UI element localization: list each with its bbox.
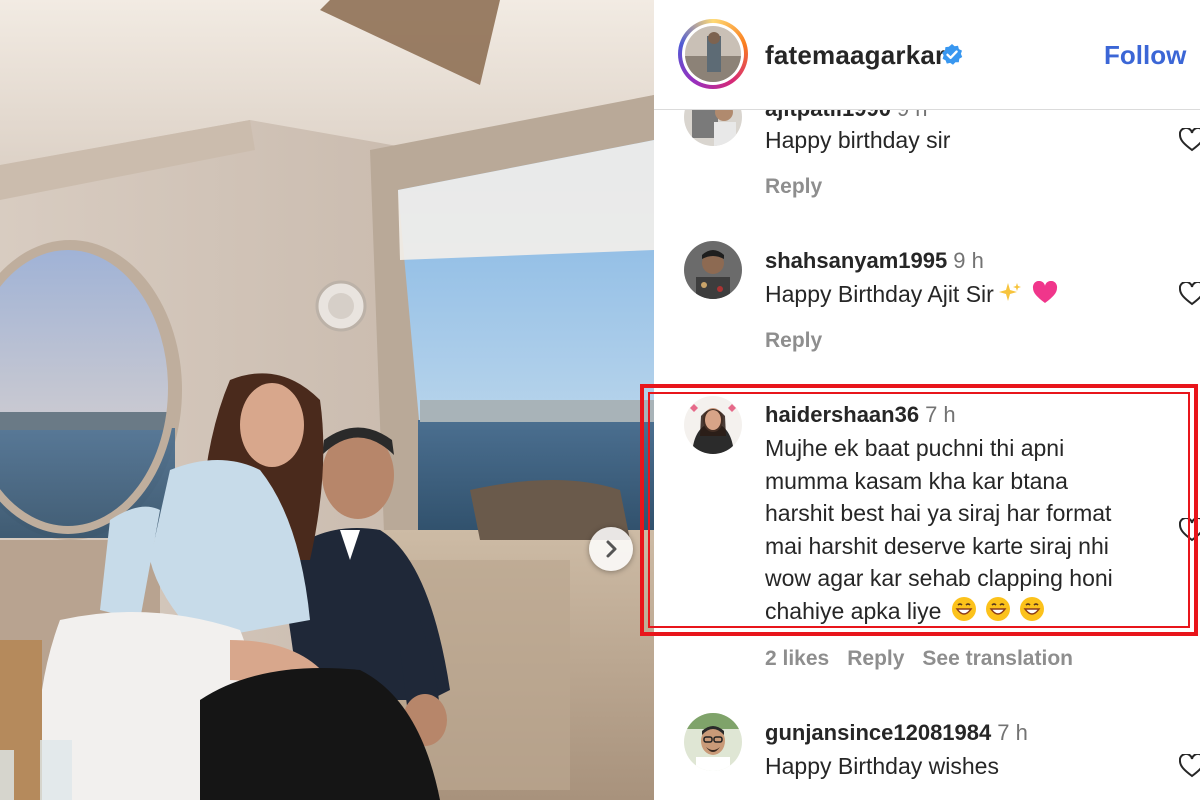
comment-actions: 2 likes Reply See translation <box>765 647 1091 671</box>
grinning-face-icon <box>986 596 1011 621</box>
post-username[interactable]: fatemaagarkar <box>765 40 945 71</box>
sparkles-icon <box>998 283 1021 301</box>
comment-actions: Reply <box>765 175 840 199</box>
comment-username[interactable]: shahsanyam1995 <box>765 248 947 273</box>
yacht-cabin-photo <box>0 0 654 800</box>
comment-text: Happy Birthday Ajit Sir <box>765 278 1175 311</box>
reply-button[interactable]: Reply <box>765 175 822 198</box>
grinning-face-icon <box>1020 596 1045 621</box>
reply-button[interactable]: Reply <box>847 647 904 670</box>
likes-count[interactable]: 2 likes <box>765 647 829 670</box>
comment-header: haidershaan36 7 h <box>765 402 956 428</box>
comment-header: shahsanyam1995 9 h <box>765 248 984 274</box>
post-header: fatemaagarkar Follow <box>654 0 1200 110</box>
avatar[interactable] <box>678 19 748 89</box>
comment-text: Happy Birthday wishes <box>765 753 999 779</box>
see-translation-button[interactable]: See translation <box>922 647 1073 670</box>
reply-button[interactable]: Reply <box>765 329 822 352</box>
heart-outline-icon[interactable] <box>1179 282 1200 306</box>
post-photo <box>0 0 654 800</box>
comment-line: harshit best hai ya siraj har format <box>765 500 1112 526</box>
comment-line: mai harshit deserve karte siraj nhi <box>765 532 1109 559</box>
grinning-face-icon <box>952 596 977 621</box>
comment-time: 9 h <box>953 248 984 273</box>
comment-line: Mujhe ek baat puchni thi apni <box>765 435 1065 461</box>
comment-line: mumma kasam kha kar btana <box>765 467 1068 494</box>
heart-outline-icon[interactable] <box>1179 518 1200 542</box>
carousel-next-button[interactable] <box>589 527 633 571</box>
comment-username[interactable]: haidershaan36 <box>765 402 919 427</box>
follow-button[interactable]: Follow <box>1104 40 1186 71</box>
avatar[interactable] <box>684 713 742 771</box>
chevron-right-icon <box>606 540 617 558</box>
comment-line: chahiye apka liye <box>765 597 942 624</box>
comment-username[interactable]: gunjansince12081984 <box>765 720 991 745</box>
comment-text-content: Happy Birthday Ajit Sir <box>765 281 994 307</box>
comment-text: Happy birthday sir <box>765 127 951 153</box>
comment-line-last: chahiye apka liye <box>765 595 1175 628</box>
avatar[interactable] <box>684 396 742 454</box>
comment-time: 7 h <box>997 720 1028 745</box>
comment-line: wow agar kar sehab clapping honi <box>765 565 1113 591</box>
heart-outline-icon[interactable] <box>1179 128 1200 152</box>
comment-header: gunjansince12081984 7 h <box>765 720 1028 746</box>
heart-outline-icon[interactable] <box>1179 754 1200 778</box>
comments-panel: ajitpatil19909 h Happy birthday sir Repl… <box>654 0 1200 800</box>
comment-text: Mujhe ek baat puchni thi apni mumma kasa… <box>765 432 1175 627</box>
pink-heart-icon <box>1032 281 1057 303</box>
avatar[interactable] <box>684 241 742 299</box>
comment-actions: Reply <box>765 329 840 353</box>
comment-time: 7 h <box>925 402 956 427</box>
verified-badge-icon <box>942 44 963 65</box>
